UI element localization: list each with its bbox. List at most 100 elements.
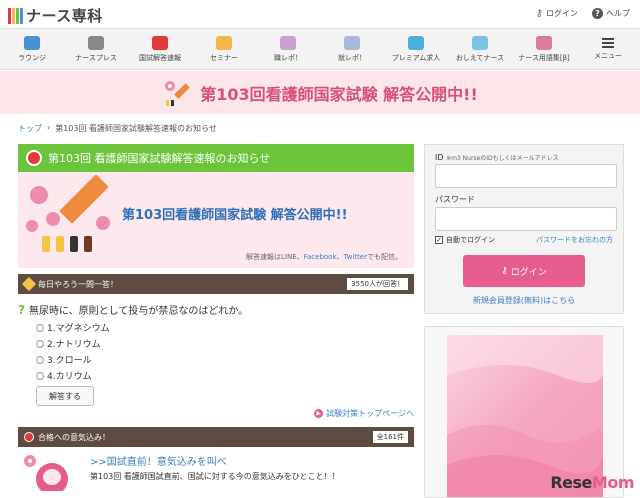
login-button[interactable]: ⚷ ログイン xyxy=(463,255,585,287)
nav-item[interactable]: プレミアム求人 xyxy=(384,29,448,69)
quiz-option-label: 1.マグネシウム xyxy=(47,324,110,334)
nav-item-label: ラウンジ xyxy=(18,53,46,62)
exam-top-link[interactable]: ▶ 試験対策トップページへ xyxy=(18,408,414,419)
facebook-link[interactable]: Facebook xyxy=(304,253,337,261)
flower-icon xyxy=(30,186,48,204)
login-box: ID ※m3 NurseのIDもしくはメールアドレス パスワード ✓ 自動でログ… xyxy=(424,144,624,314)
twitter-link[interactable]: Twitter xyxy=(344,253,367,261)
nav-item-label: 職レポ！ xyxy=(274,53,302,62)
nav-icon xyxy=(280,35,296,50)
nav-icon xyxy=(216,35,232,50)
register-link[interactable]: 新規会員登録(無料)はこちら xyxy=(435,295,613,306)
radio-button[interactable] xyxy=(36,323,44,332)
flower-icon xyxy=(46,212,60,226)
motivation-bar: 合格への意気込み！ 全161件 xyxy=(18,427,414,447)
nav-icon xyxy=(152,35,168,50)
pencil-pill-icon xyxy=(84,236,92,252)
nav-item[interactable]: 就レポ！ xyxy=(320,29,384,69)
remember-row: ✓ 自動でログイン パスワードをお忘れの方 xyxy=(435,235,613,245)
daruma-avatar-icon xyxy=(22,451,72,495)
nav-item[interactable]: ラウンジ xyxy=(0,29,64,69)
radio-button[interactable] xyxy=(36,339,44,348)
nav-icon xyxy=(344,35,360,50)
nav-item[interactable]: ナースプレス xyxy=(64,29,128,69)
nav-item[interactable]: 職レポ！ xyxy=(256,29,320,69)
quiz-options: 1.マグネシウム 2.ナトリウム 3.クロール 4.カリウム xyxy=(36,321,414,382)
breadcrumb-current: 第103回 看護師国家試験解答速報のお知らせ xyxy=(55,124,217,133)
resemom-watermark: ReseMom xyxy=(550,473,634,492)
login-link[interactable]: ⚷ ログイン xyxy=(536,8,578,19)
radio-button[interactable] xyxy=(36,371,44,380)
daruma-icon xyxy=(26,150,42,166)
logo-bars-icon xyxy=(8,7,23,24)
id-input[interactable] xyxy=(435,164,617,188)
pencil-pill-icon xyxy=(56,236,64,252)
nav-item-label: 国試解答速報 xyxy=(139,53,181,62)
nav-item[interactable]: 国試解答速報 xyxy=(128,29,192,69)
nav-icon xyxy=(408,35,424,50)
promo-banner[interactable]: 第103回看護師国家試験 解答公開中!! 解答速報はLINE、Facebook、… xyxy=(18,172,414,268)
main-nav: ラウンジ ナースプレス 国試解答速報 セミナー 職レポ！ 就レポ！ プレミアム求人 おしえてナ… xyxy=(0,28,640,70)
nav-item-label: メニュー xyxy=(594,51,622,60)
logo-text: ナース専科 xyxy=(26,7,103,25)
key-icon: ⚷ xyxy=(535,8,543,19)
breadcrumb-home[interactable]: トップ xyxy=(18,123,42,134)
site-header: ナース専科 ⚷ ログイン ? ヘルプ xyxy=(0,0,640,28)
motivation-article: >>国試直前！意気込みを叫べ 第103回 看護師国試直前、国試に対する今の意気込… xyxy=(18,451,414,495)
quiz-option-label: 2.ナトリウム xyxy=(47,340,101,350)
site-logo[interactable]: ナース専科 xyxy=(8,5,103,26)
exam-banner[interactable]: 第103回看護師国家試験 解答公開中!! xyxy=(0,71,640,114)
quiz-bar-label: 毎日やろう一問一答！ xyxy=(38,279,118,289)
forgot-password-link[interactable]: パスワードをお忘れの方 xyxy=(536,235,613,245)
quiz-count-badge: 3550人が回答！ xyxy=(347,278,408,290)
id-label: ID ※m3 NurseのIDもしくはメールアドレス xyxy=(435,153,559,162)
help-icon: ? xyxy=(592,8,603,19)
breadcrumb-separator: › xyxy=(47,123,51,132)
radio-button[interactable] xyxy=(36,355,44,364)
motivation-bar-label: 合格への意気込み！ xyxy=(38,432,110,442)
quiz-question: ? 無尿時に、原則として投与が禁忌なのはどれか。 xyxy=(18,302,249,318)
arrow-right-icon: ▶ xyxy=(314,409,324,418)
main-content: 第103回 看護師国家試験解答速報のお知らせ 第103回看護師国家試験 解答公開… xyxy=(18,144,414,495)
sidebar: ID ※m3 NurseのIDもしくはメールアドレス パスワード ✓ 自動でログ… xyxy=(424,144,624,498)
key-icon: ⚷ xyxy=(501,266,508,276)
promo-subtext: 解答速報はLINE、Facebook、Twitterでも配信。 xyxy=(246,253,402,261)
page-title-bar: 第103回 看護師国家試験解答速報のお知らせ xyxy=(18,144,414,172)
quiz-option[interactable]: 4.カリウム xyxy=(36,369,414,382)
pencil-pill-icon xyxy=(42,236,50,252)
nav-icon xyxy=(24,35,40,50)
quiz-option-label: 4.カリウム xyxy=(47,372,92,382)
article-text: 第103回 看護師国試直前、国試に対する今の意気込みをひとこと！！ xyxy=(90,472,340,481)
answer-button[interactable]: 解答する xyxy=(36,386,94,406)
quiz-option[interactable]: 2.ナトリウム xyxy=(36,337,414,350)
nav-icon xyxy=(88,35,104,50)
quiz-option[interactable]: 1.マグネシウム xyxy=(36,321,414,334)
quiz-option[interactable]: 3.クロール xyxy=(36,353,414,366)
nav-item-label: 就レポ！ xyxy=(338,53,366,62)
promo-title: 第103回看護師国家試験 解答公開中!! xyxy=(122,208,348,223)
nav-item[interactable]: おしえてナース xyxy=(448,29,512,69)
nav-item-label: セミナー xyxy=(210,53,238,62)
flower-icon xyxy=(26,220,38,232)
motivation-count-badge: 全161件 xyxy=(372,431,408,443)
nav-icon xyxy=(472,35,488,50)
quiz-bar: 毎日やろう一問一答！ 3550人が回答！ xyxy=(18,274,414,294)
nav-item[interactable]: メニュー xyxy=(576,29,640,69)
nav-item[interactable]: セミナー xyxy=(192,29,256,69)
hamburger-icon xyxy=(602,37,614,48)
nav-item[interactable]: ナース用語集[β] xyxy=(512,29,576,69)
nav-icon xyxy=(536,35,552,50)
auto-login-checkbox[interactable]: ✓ 自動でログイン xyxy=(435,235,495,245)
breadcrumb: トップ › 第103回 看護師国家試験解答速報のお知らせ xyxy=(18,123,217,134)
pencil-pill-icon xyxy=(70,236,78,252)
password-label: パスワード xyxy=(435,195,475,204)
nav-item-label: プレミアム求人 xyxy=(391,53,441,62)
question-mark-icon: ? xyxy=(18,302,25,317)
pencil-icon xyxy=(21,276,37,292)
article-title-link[interactable]: >>国試直前！意気込みを叫べ xyxy=(90,453,227,468)
password-input[interactable] xyxy=(435,207,617,231)
daruma-icon xyxy=(24,432,34,442)
flower-icon xyxy=(96,216,110,230)
help-link[interactable]: ? ヘルプ xyxy=(592,8,630,19)
page-title: 第103回 看護師国家試験解答速報のお知らせ xyxy=(48,152,271,165)
